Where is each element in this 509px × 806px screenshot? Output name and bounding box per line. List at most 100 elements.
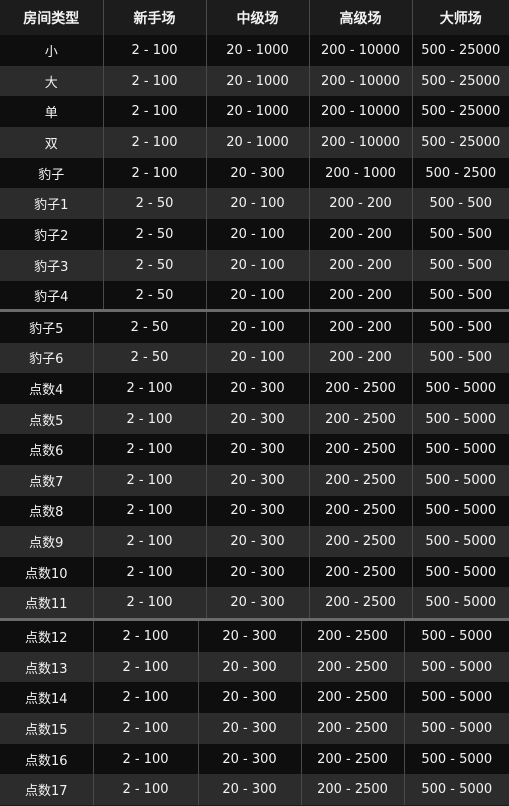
master-limit-cell: 500 - 5000	[404, 621, 509, 652]
intermediate-limit-cell: 20 - 300	[198, 774, 302, 806]
room-type-cell: 点数6	[0, 434, 94, 465]
room-type-cell: 点数5	[0, 403, 94, 435]
room-type-cell: 点数11	[0, 587, 94, 618]
room-type-cell: 点数9	[0, 526, 94, 557]
table-row: 点数6 2 - 100 20 - 300 200 - 2500 500 - 5000	[0, 434, 509, 465]
header-row: 房间类型 新手场 中级场 高级场 大师场	[0, 0, 509, 35]
master-limit-cell: 500 - 5000	[412, 495, 509, 527]
room-type-cell: 点数15	[0, 713, 94, 744]
header-beginner: 新手场	[103, 0, 207, 35]
table-row: 豹子4 2 - 50 20 - 100 200 - 200 500 - 500	[0, 280, 509, 312]
master-limit-cell: 500 - 500	[412, 219, 509, 250]
table-panel-1: 房间类型 新手场 中级场 高级场 大师场 小2 - 100 20 - 1000 20…	[0, 0, 509, 312]
table-body-1: 小2 - 100 20 - 1000 200 - 10000 500 - 25000 大…	[0, 35, 509, 312]
header-advanced: 高级场	[309, 0, 413, 35]
intermediate-limit-cell: 20 - 100	[206, 280, 310, 312]
master-limit-cell: 500 - 5000	[412, 556, 509, 588]
intermediate-limit-cell: 20 - 300	[198, 743, 302, 775]
master-limit-cell: 500 - 5000	[404, 651, 509, 683]
beginner-limit-cell: 2 - 100	[93, 373, 207, 404]
room-type-cell: 豹子2	[0, 219, 104, 250]
master-limit-cell: 500 - 5000	[412, 587, 509, 618]
beginner-limit-cell: 2 - 100	[93, 464, 207, 496]
master-limit-cell: 500 - 5000	[404, 682, 509, 714]
master-limit-cell: 500 - 25000	[412, 65, 509, 97]
table-row: 点数12 2 - 100 20 - 300 200 - 2500 500 - 5000	[0, 621, 509, 652]
master-limit-cell: 500 - 5000	[404, 774, 509, 806]
room-type-cell: 豹子1	[0, 188, 104, 220]
advanced-limit-cell: 200 - 2500	[309, 434, 413, 465]
table-row: 点数10 2 - 100 20 - 300 200 - 2500 500 - 5000	[0, 556, 509, 588]
room-type-cell: 豹子4	[0, 280, 104, 312]
beginner-limit-cell: 2 - 50	[93, 342, 207, 374]
beginner-limit-cell: 2 - 50	[103, 188, 207, 220]
table-row: 点数16 2 - 100 20 - 300 200 - 2500 500 - 5000	[0, 743, 509, 775]
advanced-limit-cell: 200 - 10000	[309, 127, 413, 158]
table-row: 双2 - 100 20 - 1000 200 - 10000 500 - 25000	[0, 127, 509, 158]
table-body-2: 豹子5 2 - 50 20 - 100 200 - 200 500 - 500 豹子6 2 …	[0, 312, 509, 618]
beginner-limit-cell: 2 - 100	[103, 96, 207, 128]
master-limit-cell: 500 - 500	[412, 188, 509, 220]
table-row: 豹子1 2 - 50 20 - 100 200 - 200 500 - 500	[0, 188, 509, 220]
table-row: 点数11 2 - 100 20 - 300 200 - 2500 500 - 5000	[0, 587, 509, 618]
table-row: 豹子3 2 - 50 20 - 100 200 - 200 500 - 500	[0, 249, 509, 281]
advanced-limit-cell: 200 - 10000	[309, 35, 413, 66]
room-type-cell: 豹子	[0, 157, 104, 189]
beginner-limit-cell: 2 - 100	[93, 587, 207, 618]
advanced-limit-cell: 200 - 2500	[301, 651, 405, 683]
master-limit-cell: 500 - 500	[412, 342, 509, 374]
advanced-limit-cell: 200 - 2500	[301, 713, 405, 744]
master-limit-cell: 500 - 5000	[412, 373, 509, 404]
room-type-cell: 豹子5	[0, 312, 94, 343]
room-type-cell: 大	[0, 65, 104, 97]
table-row: 点数9 2 - 100 20 - 300 200 - 2500 500 - 5000	[0, 526, 509, 557]
intermediate-limit-cell: 20 - 300	[198, 651, 302, 683]
advanced-limit-cell: 200 - 2500	[309, 464, 413, 496]
intermediate-limit-cell: 20 - 100	[206, 312, 310, 343]
header-intermediate: 中级场	[206, 0, 310, 35]
advanced-limit-cell: 200 - 2500	[309, 526, 413, 557]
intermediate-limit-cell: 20 - 100	[206, 342, 310, 374]
master-limit-cell: 500 - 5000	[412, 403, 509, 435]
table-row: 点数14 2 - 100 20 - 300 200 - 2500 500 - 5000	[0, 682, 509, 714]
beginner-limit-cell: 2 - 50	[103, 219, 207, 250]
beginner-limit-cell: 2 - 100	[103, 157, 207, 189]
advanced-limit-cell: 200 - 200	[309, 188, 413, 220]
header-room-type: 房间类型	[0, 0, 104, 35]
intermediate-limit-cell: 20 - 300	[206, 526, 310, 557]
advanced-limit-cell: 200 - 2500	[309, 587, 413, 618]
intermediate-limit-cell: 20 - 300	[198, 682, 302, 714]
advanced-limit-cell: 200 - 2500	[301, 774, 405, 806]
table-row: 豹子5 2 - 50 20 - 100 200 - 200 500 - 500	[0, 312, 509, 343]
room-type-cell: 点数17	[0, 774, 94, 806]
intermediate-limit-cell: 20 - 100	[206, 188, 310, 220]
beginner-limit-cell: 2 - 50	[103, 280, 207, 312]
master-limit-cell: 500 - 2500	[412, 157, 509, 189]
table-row: 点数13 2 - 100 20 - 300 200 - 2500 500 - 5000	[0, 651, 509, 683]
room-type-cell: 点数8	[0, 495, 94, 527]
table-row: 点数8 2 - 100 20 - 300 200 - 2500 500 - 5000	[0, 495, 509, 527]
master-limit-cell: 500 - 25000	[412, 96, 509, 128]
advanced-limit-cell: 200 - 10000	[309, 96, 413, 128]
master-limit-cell: 500 - 5000	[412, 526, 509, 557]
beginner-limit-cell: 2 - 100	[93, 682, 199, 714]
beginner-limit-cell: 2 - 100	[93, 526, 207, 557]
table-row: 点数4 2 - 100 20 - 300 200 - 2500 500 - 5000	[0, 373, 509, 404]
beginner-limit-cell: 2 - 100	[103, 127, 207, 158]
master-limit-cell: 500 - 500	[412, 249, 509, 281]
bet-limit-table-2: 豹子5 2 - 50 20 - 100 200 - 200 500 - 500 豹子6 2 …	[0, 312, 509, 618]
advanced-limit-cell: 200 - 200	[309, 342, 413, 374]
room-type-cell: 点数4	[0, 373, 94, 404]
intermediate-limit-cell: 20 - 300	[206, 464, 310, 496]
table-row: 豹子2 2 - 50 20 - 100 200 - 200 500 - 500	[0, 219, 509, 250]
advanced-limit-cell: 200 - 10000	[309, 65, 413, 97]
room-type-cell: 小	[0, 35, 104, 66]
intermediate-limit-cell: 20 - 300	[198, 713, 302, 744]
advanced-limit-cell: 200 - 2500	[309, 556, 413, 588]
advanced-limit-cell: 200 - 2500	[301, 621, 405, 652]
advanced-limit-cell: 200 - 2500	[309, 495, 413, 527]
bet-limit-table-3: 点数12 2 - 100 20 - 300 200 - 2500 500 - 5000 点…	[0, 621, 509, 806]
intermediate-limit-cell: 20 - 300	[206, 495, 310, 527]
advanced-limit-cell: 200 - 200	[309, 280, 413, 312]
table-row: 豹子6 2 - 50 20 - 100 200 - 200 500 - 500	[0, 342, 509, 374]
